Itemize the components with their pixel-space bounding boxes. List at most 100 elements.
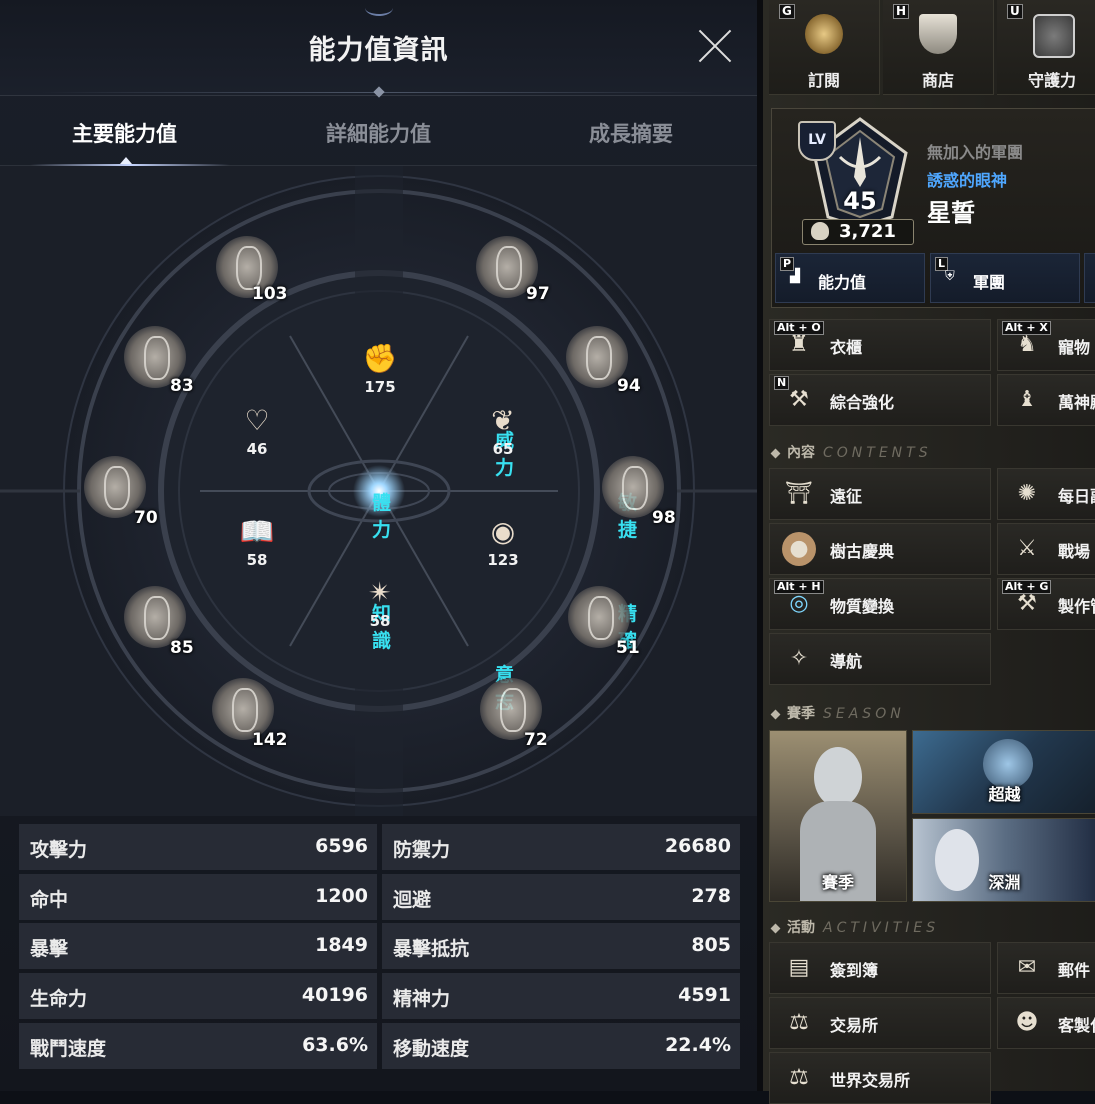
crafting-button[interactable]: Alt + G ⚒ 製作管理 bbox=[997, 578, 1095, 630]
hamster-icon: ● bbox=[782, 532, 816, 566]
emblem-star[interactable]: 98 bbox=[596, 448, 676, 528]
hotkey-label: G bbox=[779, 4, 795, 19]
button-label: 能力值 bbox=[818, 273, 867, 292]
crossed-swords-icon: ⚔ bbox=[1017, 536, 1037, 561]
hotkey-label: U bbox=[1007, 4, 1023, 19]
emblem-butterfly[interactable]: 70 bbox=[78, 448, 158, 528]
pet-button[interactable]: Alt + X ♞ 寵物 bbox=[997, 319, 1095, 371]
stat-label: 暴擊 bbox=[30, 938, 69, 960]
emblem-bow[interactable]: 83 bbox=[118, 318, 198, 398]
customize-button[interactable]: ☻ 客製化 bbox=[997, 997, 1095, 1049]
section-diamond-icon bbox=[770, 709, 781, 720]
header-ornament bbox=[365, 0, 393, 16]
tab-active-marker bbox=[120, 157, 132, 164]
combat-power-value: 3,721 bbox=[839, 221, 896, 242]
stat-value: 6596 bbox=[315, 835, 368, 857]
m-coin-icon bbox=[805, 14, 843, 54]
tab-main-stats[interactable]: 主要能力值 bbox=[72, 118, 177, 148]
guardian-button[interactable]: U 守護力 bbox=[997, 0, 1095, 95]
emblem-crossed-axes[interactable]: 94 bbox=[560, 318, 641, 398]
character-name: 星誓 bbox=[927, 199, 975, 227]
guild-banner-icon: ⛨ bbox=[945, 269, 955, 284]
emblem-value: 97 bbox=[526, 284, 550, 304]
emblem-hourglass[interactable]: 142 bbox=[206, 670, 288, 750]
mail-button[interactable]: ✉ 郵件 bbox=[997, 942, 1095, 994]
button-label: 樹古慶典 bbox=[830, 542, 895, 561]
section-decoration: SEASON bbox=[823, 706, 905, 722]
emblem-winged-sword[interactable]: 97 bbox=[470, 228, 550, 308]
emblem-tree[interactable]: 85 bbox=[118, 578, 198, 658]
section-label: 活動 bbox=[787, 920, 815, 936]
wardrobe-button[interactable]: Alt + O ♜ 衣櫃 bbox=[769, 319, 991, 371]
emblem-value: 98 bbox=[652, 508, 676, 528]
button-label: 製作管理 bbox=[1058, 597, 1095, 616]
more-profile-button[interactable] bbox=[1084, 253, 1095, 303]
section-label: 內容 bbox=[787, 445, 815, 461]
daily-dungeon-button[interactable]: ✺ 每日副本 bbox=[997, 468, 1095, 520]
stats-button[interactable]: P ▟ 能力值 bbox=[775, 253, 925, 303]
stat-will[interactable]: ✴ 意志 58 bbox=[340, 576, 514, 713]
section-content: 內容 CONTENTS bbox=[770, 442, 932, 462]
subscription-button[interactable]: G 訂閱 bbox=[769, 0, 880, 95]
exchange-button[interactable]: ⚖ 交易所 bbox=[769, 997, 991, 1049]
hammer-icon: ⚒ bbox=[1017, 591, 1037, 616]
button-label: 交易所 bbox=[830, 1016, 879, 1035]
guild-status: 無加入的軍團 bbox=[927, 143, 1024, 162]
enhance-button[interactable]: N ⚒ 綜合強化 bbox=[769, 374, 991, 426]
abyss-card[interactable]: 深淵 bbox=[912, 818, 1095, 902]
button-label: 戰場 bbox=[1058, 542, 1091, 561]
stat-value: 278 bbox=[691, 885, 731, 907]
battlefield-button[interactable]: ⚔ 戰場 bbox=[997, 523, 1095, 575]
stat-label: 迴避 bbox=[393, 889, 432, 911]
stat-value: 1849 bbox=[315, 934, 368, 956]
fist-icon: ✊ bbox=[362, 342, 398, 375]
world-exchange-button[interactable]: ⚖ 世界交易所 bbox=[769, 1052, 991, 1104]
tab-detailed-stats[interactable]: 詳細能力值 bbox=[326, 118, 431, 148]
table-row: 移動速度 22.4% bbox=[382, 1023, 740, 1069]
swirl-icon: ✺ bbox=[1017, 481, 1037, 506]
navigation-button[interactable]: ✧ 導航 bbox=[769, 633, 991, 685]
stat-label: 精神力 bbox=[393, 988, 451, 1010]
stat-knowledge[interactable]: 📖 知識 58 bbox=[217, 515, 391, 652]
transcend-card[interactable]: 超越 bbox=[912, 730, 1095, 814]
expedition-button[interactable]: ⛩ 遠征 bbox=[769, 468, 991, 520]
table-row: 命中 1200 bbox=[19, 874, 377, 920]
button-label: 商店 bbox=[921, 71, 954, 90]
stat-value: 58 bbox=[246, 551, 268, 569]
open-book-icon: 📖 bbox=[239, 515, 275, 548]
stat-precision[interactable]: ◉ 精確 123 bbox=[463, 515, 637, 652]
festival-button[interactable]: ● 樹古慶典 bbox=[769, 523, 991, 575]
tab-bar: 主要能力值 詳細能力值 成長摘要 bbox=[0, 100, 757, 166]
emblem-value: 70 bbox=[134, 508, 158, 528]
close-icon[interactable] bbox=[695, 26, 735, 66]
eye-icon: ◉ bbox=[490, 515, 516, 548]
button-label: 軍團 bbox=[973, 273, 1006, 292]
stat-value: 4591 bbox=[678, 984, 731, 1006]
section-activity: 活動 ACTIVITIES bbox=[770, 917, 939, 937]
stat-vitality[interactable]: ♡ 體力 46 bbox=[217, 404, 391, 541]
emblem-scales[interactable]: 51 bbox=[562, 578, 642, 658]
card-label: 賽季 bbox=[821, 873, 854, 892]
stat-agility[interactable]: ❦ 敏捷 65 bbox=[463, 404, 637, 541]
table-row: 精神力 4591 bbox=[382, 973, 740, 1019]
bust-icon: ☻ bbox=[1015, 1010, 1039, 1035]
shop-button[interactable]: H 商店 bbox=[883, 0, 994, 95]
emblem-swirl[interactable]: 72 bbox=[474, 670, 554, 750]
globe-scales-icon: ⚖ bbox=[789, 1065, 809, 1090]
season-card[interactable]: 賽季 bbox=[769, 730, 907, 902]
pet-icon: ♞ bbox=[1017, 332, 1037, 357]
tab-growth-summary[interactable]: 成長摘要 bbox=[589, 118, 673, 148]
stat-label: 防禦力 bbox=[393, 839, 451, 861]
stat-value: 805 bbox=[691, 934, 731, 956]
stat-power[interactable]: ✊ 威力 175 bbox=[340, 342, 514, 479]
pantheon-button[interactable]: ♝ 萬神殿 bbox=[997, 374, 1095, 426]
section-decoration: CONTENTS bbox=[823, 445, 932, 461]
combat-power: 3,721 bbox=[802, 219, 914, 245]
emblem-sword-ring[interactable]: 103 bbox=[210, 228, 290, 308]
game-menu: G 訂閱 H 商店 U 守護力 LV 45 3,721 無加入的軍團 誘惑的眼神… bbox=[763, 0, 1095, 1104]
orb-icon: ◎ bbox=[789, 591, 809, 616]
attendance-button[interactable]: ▤ 簽到簿 bbox=[769, 942, 991, 994]
transmute-button[interactable]: Alt + H ◎ 物質變換 bbox=[769, 578, 991, 630]
guild-button[interactable]: L ⛨ 軍團 bbox=[930, 253, 1080, 303]
mail-icon: ✉ bbox=[1017, 955, 1037, 980]
